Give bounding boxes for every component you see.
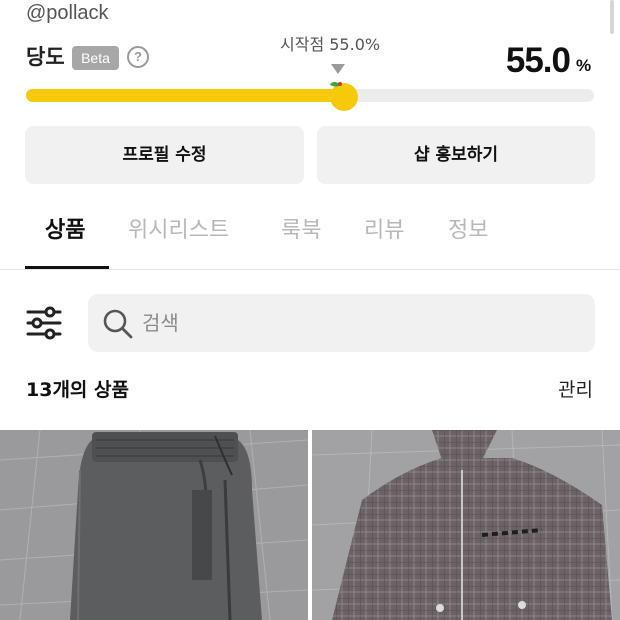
active-tab-indicator [25, 266, 109, 269]
promote-shop-button[interactable]: 샵 홍보하기 [317, 126, 595, 184]
sweetness-unit: % [576, 56, 592, 75]
product-card[interactable] [0, 430, 308, 620]
tab-bar: 상품 위시리스트 룩북 리뷰 정보 [0, 210, 620, 270]
sweetness-value: 55.0 [505, 41, 571, 80]
sweetness-label: 당도 [26, 45, 65, 69]
lemon-icon [330, 81, 359, 111]
question-circle-icon[interactable]: ? [127, 46, 149, 68]
product-count: 13개의 상품 [26, 377, 129, 403]
tab-info[interactable]: 정보 [448, 216, 488, 246]
tab-reviews[interactable]: 리뷰 [364, 216, 404, 246]
product-count-suffix: 개의 상품 [52, 379, 129, 401]
username: @pollack [26, 2, 109, 24]
start-point-label: 시작점 55.0% [280, 35, 381, 54]
scroll-indicator[interactable] [610, 0, 614, 34]
tab-products[interactable]: 상품 [45, 216, 85, 246]
sweetness-bar [26, 89, 594, 102]
sliders-icon[interactable] [26, 306, 62, 340]
beta-badge: Beta [72, 46, 119, 70]
product-photo-pants [0, 430, 308, 620]
tab-lookbook[interactable]: 룩북 [281, 216, 321, 246]
start-point-marker-icon [331, 64, 345, 74]
magnifier-icon [103, 309, 133, 339]
search-bar[interactable] [88, 294, 595, 352]
product-card[interactable] [312, 430, 620, 620]
sweetness-bar-fill [26, 89, 339, 102]
product-photo-jacket [312, 430, 620, 620]
manage-button[interactable]: 관리 [558, 377, 593, 403]
tab-wishlist[interactable]: 위시리스트 [128, 216, 229, 246]
edit-profile-button[interactable]: 프로필 수정 [25, 126, 304, 184]
search-input[interactable] [142, 294, 582, 352]
product-count-number: 13 [26, 379, 53, 401]
